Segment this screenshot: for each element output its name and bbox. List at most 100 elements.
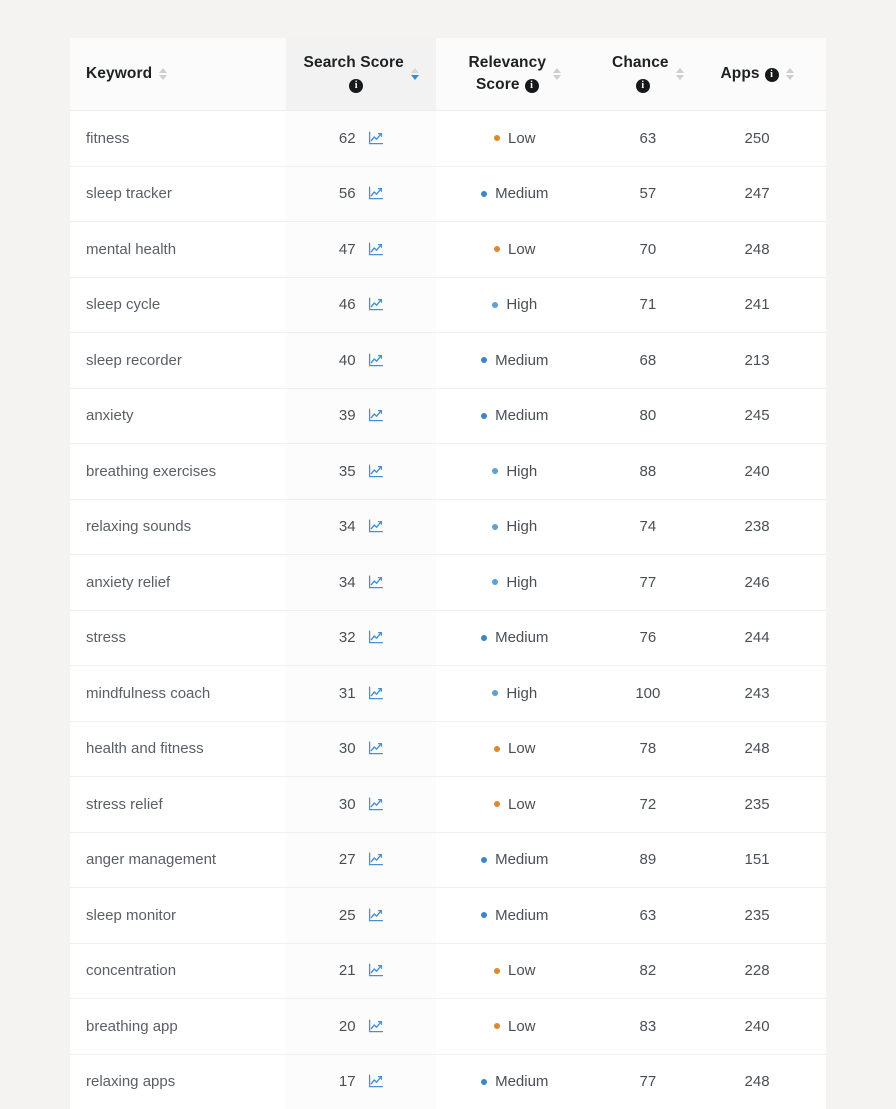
cell-keyword[interactable]: relaxing sounds bbox=[70, 499, 286, 555]
line-chart-icon[interactable] bbox=[368, 908, 384, 923]
table-row[interactable]: sleep cycle46High71241222 bbox=[70, 277, 826, 333]
relevancy-label: Medium bbox=[495, 407, 548, 424]
table-row[interactable]: anger management27Medium8915116 bbox=[70, 832, 826, 888]
info-icon-apps[interactable]: i bbox=[765, 68, 779, 82]
sort-toggle-chance[interactable] bbox=[676, 68, 684, 80]
cell-apps: 235 bbox=[702, 777, 811, 833]
line-chart-icon[interactable] bbox=[368, 686, 384, 701]
info-icon-relevancy-score[interactable]: i bbox=[525, 79, 539, 93]
sort-toggle-apps[interactable] bbox=[786, 68, 794, 80]
cell-keyword[interactable]: sleep tracker bbox=[70, 166, 286, 222]
cell-relevancy-score: High bbox=[436, 277, 593, 333]
info-icon-chance[interactable]: i bbox=[636, 79, 650, 93]
table-row[interactable]: stress relief30Low7223581 bbox=[70, 777, 826, 833]
cell-rank: Unranked bbox=[812, 943, 826, 999]
relevancy-label: Medium bbox=[495, 629, 548, 646]
cell-keyword[interactable]: health and fitness bbox=[70, 721, 286, 777]
cell-keyword[interactable]: sleep recorder bbox=[70, 333, 286, 389]
table-row[interactable]: mental health47Low70248716 bbox=[70, 222, 826, 278]
cell-rank: 18 bbox=[812, 610, 826, 666]
cell-rank: 2 bbox=[812, 1054, 826, 1109]
table-row[interactable]: anxiety relief34High772466 bbox=[70, 555, 826, 611]
cell-keyword[interactable]: mindfulness coach bbox=[70, 666, 286, 722]
cell-keyword[interactable]: concentration bbox=[70, 943, 286, 999]
cell-keyword[interactable]: anxiety relief bbox=[70, 555, 286, 611]
sort-toggle-relevancy-score[interactable] bbox=[553, 68, 561, 80]
cell-keyword[interactable]: anxiety bbox=[70, 388, 286, 444]
line-chart-icon[interactable] bbox=[368, 852, 384, 867]
caret-up-icon bbox=[159, 68, 167, 73]
cell-keyword[interactable]: fitness bbox=[70, 111, 286, 167]
line-chart-icon[interactable] bbox=[368, 519, 384, 534]
cell-rank: 562 bbox=[812, 111, 826, 167]
line-chart-icon[interactable] bbox=[368, 186, 384, 201]
cell-relevancy-score: Medium bbox=[436, 832, 593, 888]
line-chart-icon[interactable] bbox=[368, 741, 384, 756]
column-header-relevancy-score[interactable]: Relevancy Scorei bbox=[436, 38, 593, 111]
table-row[interactable]: concentration21Low82228Unranked bbox=[70, 943, 826, 999]
cell-rank: 716 bbox=[812, 222, 826, 278]
table-row[interactable]: health and fitness30Low78248209 bbox=[70, 721, 826, 777]
cell-search-score: 47 bbox=[286, 222, 436, 278]
info-icon-search-score[interactable]: i bbox=[349, 79, 363, 93]
cell-search-score: 46 bbox=[286, 277, 436, 333]
table-row[interactable]: breathing app20Low832408 bbox=[70, 999, 826, 1055]
cell-keyword[interactable]: relaxing apps bbox=[70, 1054, 286, 1109]
cell-keyword[interactable]: breathing app bbox=[70, 999, 286, 1055]
keyword-table: Keyword Search Score i bbox=[70, 38, 826, 1109]
cell-apps: 244 bbox=[702, 610, 811, 666]
cell-relevancy-score: High bbox=[436, 499, 593, 555]
column-header-keyword[interactable]: Keyword bbox=[70, 38, 286, 111]
line-chart-icon[interactable] bbox=[368, 408, 384, 423]
table-row[interactable]: sleep tracker56Medium57247261 bbox=[70, 166, 826, 222]
cell-rank: 261 bbox=[812, 166, 826, 222]
line-chart-icon[interactable] bbox=[368, 242, 384, 257]
relevancy-label: Low bbox=[508, 796, 536, 813]
table-row[interactable]: stress32Medium7624418 bbox=[70, 610, 826, 666]
line-chart-icon[interactable] bbox=[368, 1019, 384, 1034]
column-header-search-score[interactable]: Search Score i bbox=[286, 38, 436, 111]
cell-search-score: 34 bbox=[286, 499, 436, 555]
table-row[interactable]: relaxing apps17Medium772482 bbox=[70, 1054, 826, 1109]
cell-keyword[interactable]: stress relief bbox=[70, 777, 286, 833]
table-row[interactable]: mindfulness coach31High10024352 bbox=[70, 666, 826, 722]
cell-keyword[interactable]: breathing exercises bbox=[70, 444, 286, 500]
search-score-value: 31 bbox=[339, 685, 356, 702]
table-row[interactable]: anxiety39Medium80245151 bbox=[70, 388, 826, 444]
table-row[interactable]: relaxing sounds34High742382 bbox=[70, 499, 826, 555]
cell-chance: 77 bbox=[593, 555, 702, 611]
relevancy-label: High bbox=[506, 296, 537, 313]
cell-keyword[interactable]: mental health bbox=[70, 222, 286, 278]
line-chart-icon[interactable] bbox=[368, 1074, 384, 1089]
table-row[interactable]: sleep recorder40Medium6821319 bbox=[70, 333, 826, 389]
column-header-relevancy-score-label: Relevancy Scorei bbox=[468, 52, 546, 97]
sort-toggle-search-score[interactable] bbox=[411, 68, 419, 80]
cell-chance: 100 bbox=[593, 666, 702, 722]
cell-keyword[interactable]: anger management bbox=[70, 832, 286, 888]
sort-toggle-keyword[interactable] bbox=[159, 68, 167, 80]
line-chart-icon[interactable] bbox=[368, 630, 384, 645]
line-chart-icon[interactable] bbox=[368, 797, 384, 812]
column-header-chance[interactable]: Chance i bbox=[593, 38, 702, 111]
cell-apps: 240 bbox=[702, 999, 811, 1055]
line-chart-icon[interactable] bbox=[368, 353, 384, 368]
table-row[interactable]: fitness62Low63250562 bbox=[70, 111, 826, 167]
caret-up-icon bbox=[676, 68, 684, 73]
caret-down-icon bbox=[159, 75, 167, 80]
line-chart-icon[interactable] bbox=[368, 464, 384, 479]
relevancy-label: Low bbox=[508, 241, 536, 258]
line-chart-icon[interactable] bbox=[368, 131, 384, 146]
table-row[interactable]: sleep monitor25Medium6323524 bbox=[70, 888, 826, 944]
cell-chance: 57 bbox=[593, 166, 702, 222]
table-row[interactable]: breathing exercises35High882409 bbox=[70, 444, 826, 500]
search-score-value: 40 bbox=[339, 352, 356, 369]
line-chart-icon[interactable] bbox=[368, 575, 384, 590]
line-chart-icon[interactable] bbox=[368, 297, 384, 312]
column-header-apps[interactable]: Appsi bbox=[702, 38, 811, 111]
cell-keyword[interactable]: stress bbox=[70, 610, 286, 666]
line-chart-icon[interactable] bbox=[368, 963, 384, 978]
cell-keyword[interactable]: sleep cycle bbox=[70, 277, 286, 333]
cell-chance: 88 bbox=[593, 444, 702, 500]
cell-keyword[interactable]: sleep monitor bbox=[70, 888, 286, 944]
column-header-rank[interactable]: Ranki bbox=[812, 38, 826, 111]
